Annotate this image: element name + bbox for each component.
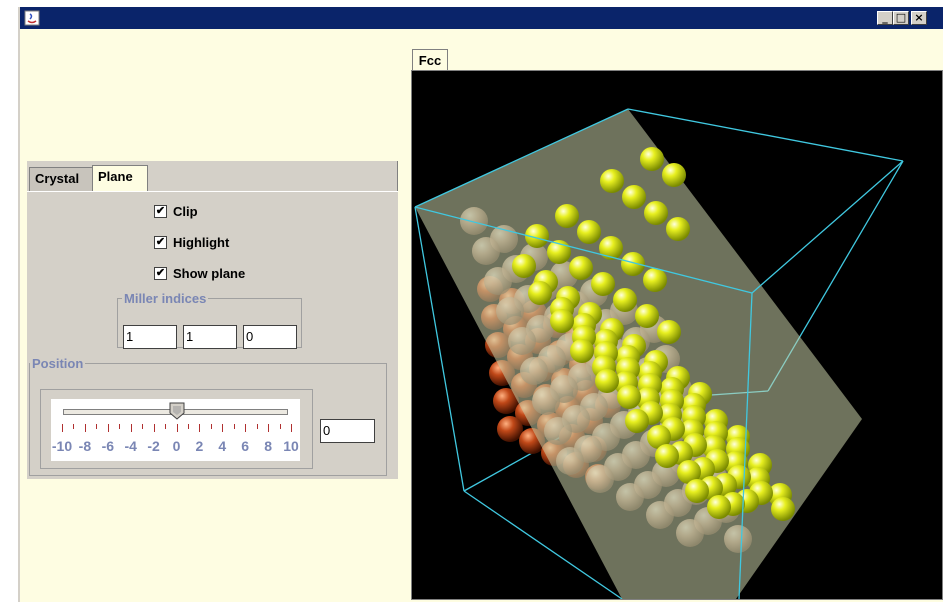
slider-tick <box>210 424 212 429</box>
slider-tick <box>187 424 189 429</box>
highlighted-atom <box>617 385 641 409</box>
highlighted-atom <box>595 369 619 393</box>
java-app-icon <box>24 10 40 26</box>
slider-ticks <box>51 424 300 436</box>
slider-tick-label: -2 <box>147 438 160 454</box>
position-slider-panel: -10 -8 -6 -4 -2 0 2 4 6 8 10 <box>40 389 313 469</box>
highlighted-atom <box>643 268 667 292</box>
slider-tick-label: 6 <box>241 438 250 454</box>
show-plane-checkbox[interactable]: ✔ <box>154 266 167 280</box>
crystal-3d-viewer[interactable] <box>411 70 943 600</box>
slider-tick <box>107 424 109 432</box>
slider-tick <box>62 424 63 432</box>
slider-tick-label: -4 <box>124 438 137 454</box>
maximize-button[interactable]: □ <box>893 11 909 25</box>
miller-h-input[interactable]: 1 <box>123 325 177 349</box>
highlight-label: Highlight <box>173 234 230 250</box>
highlighted-atom <box>570 339 594 363</box>
slider-tick <box>233 424 235 429</box>
slider-tick <box>84 424 86 432</box>
miller-k-input[interactable]: 1 <box>183 325 237 349</box>
slider-tick <box>176 424 178 432</box>
slider-tick-label: 0 <box>172 438 181 454</box>
slider-tick-label: 2 <box>195 438 204 454</box>
highlighted-atom <box>666 217 690 241</box>
slider-tick-label: 8 <box>264 438 272 454</box>
minimize-button[interactable]: _ <box>877 11 893 25</box>
clipped-atom <box>497 416 523 442</box>
position-value-input[interactable]: 0 <box>320 419 375 443</box>
highlighted-atom <box>662 163 686 187</box>
show-plane-label: Show plane <box>173 265 246 281</box>
highlight-checkbox-row[interactable]: ✔ Highlight <box>154 233 229 251</box>
clip-label: Clip <box>173 203 198 219</box>
slider-thumb[interactable] <box>169 402 185 420</box>
show-plane-checkbox-row[interactable]: ✔ Show plane <box>154 264 245 282</box>
highlighted-atom <box>600 169 624 193</box>
slider-tick-label: -8 <box>78 438 92 454</box>
highlighted-atom <box>625 409 649 433</box>
slider-tick-label: 4 <box>218 438 227 454</box>
highlighted-atom <box>577 220 601 244</box>
highlight-checkbox[interactable]: ✔ <box>154 235 167 249</box>
highlighted-atom <box>512 254 536 278</box>
slider-tick <box>291 424 292 432</box>
slider-tick <box>96 424 98 429</box>
highlighted-atom <box>591 272 615 296</box>
slider-tick <box>256 424 258 429</box>
highlighted-atom <box>657 320 681 344</box>
miller-indices-legend: Miller indices <box>124 291 207 306</box>
position-legend: Position <box>32 356 84 371</box>
slider-tick-label: 10 <box>283 438 299 454</box>
highlighted-atom <box>569 256 593 280</box>
slider-tick <box>279 424 281 429</box>
position-group: Position -10 -8 -6 -4 -2 0 2 4 6 8 10 0 <box>29 356 387 476</box>
slider-tick <box>268 424 270 432</box>
highlighted-atom <box>635 304 659 328</box>
title-bar[interactable]: _ □ × <box>20 7 943 29</box>
slider-tick <box>142 424 144 429</box>
highlighted-atom <box>771 497 795 521</box>
slider-tick-label: -6 <box>101 438 115 454</box>
plane-tab-content: ✔ Clip ✔ Highlight ✔ Show plane Miller i… <box>27 191 398 479</box>
highlighted-atom <box>621 252 645 276</box>
miller-l-input[interactable]: 0 <box>243 325 297 349</box>
highlighted-atom <box>640 147 664 171</box>
tab-plane[interactable]: Plane <box>92 165 148 192</box>
slider-tick <box>130 424 132 432</box>
highlighted-atom <box>550 309 574 333</box>
highlighted-atom <box>555 204 579 228</box>
highlighted-atom <box>622 185 646 209</box>
slider-tick <box>222 424 224 432</box>
slider-tick <box>73 424 75 429</box>
slider-tick <box>165 424 167 429</box>
slider-tick-label: -10 <box>51 438 73 454</box>
highlighted-atom <box>707 495 731 519</box>
highlighted-atom <box>655 444 679 468</box>
crystal-scene[interactable] <box>412 71 942 599</box>
clip-checkbox-row[interactable]: ✔ Clip <box>154 202 198 220</box>
highlighted-atom <box>528 281 552 305</box>
slider-tick <box>245 424 247 432</box>
tab-crystal[interactable]: Crystal <box>29 167 93 191</box>
highlighted-atom <box>644 201 668 225</box>
close-button[interactable]: × <box>911 11 927 25</box>
highlighted-atom <box>613 288 637 312</box>
clip-checkbox[interactable]: ✔ <box>154 204 167 218</box>
highlighted-atom <box>685 479 709 503</box>
tab-fcc[interactable]: Fcc <box>412 49 448 72</box>
miller-indices-group: Miller indices 1 1 0 <box>117 291 302 349</box>
cell-edge <box>751 160 904 294</box>
application-window: _ □ × Crystal Plane ✔ Clip ✔ Highlight ✔… <box>18 7 943 602</box>
position-slider[interactable]: -10 -8 -6 -4 -2 0 2 4 6 8 10 <box>51 399 300 461</box>
control-panel: Crystal Plane ✔ Clip ✔ Highlight ✔ Show … <box>27 161 398 479</box>
slider-tick <box>119 424 121 429</box>
cell-edge <box>627 108 904 162</box>
slider-tick <box>153 424 155 432</box>
slider-tick <box>199 424 201 432</box>
